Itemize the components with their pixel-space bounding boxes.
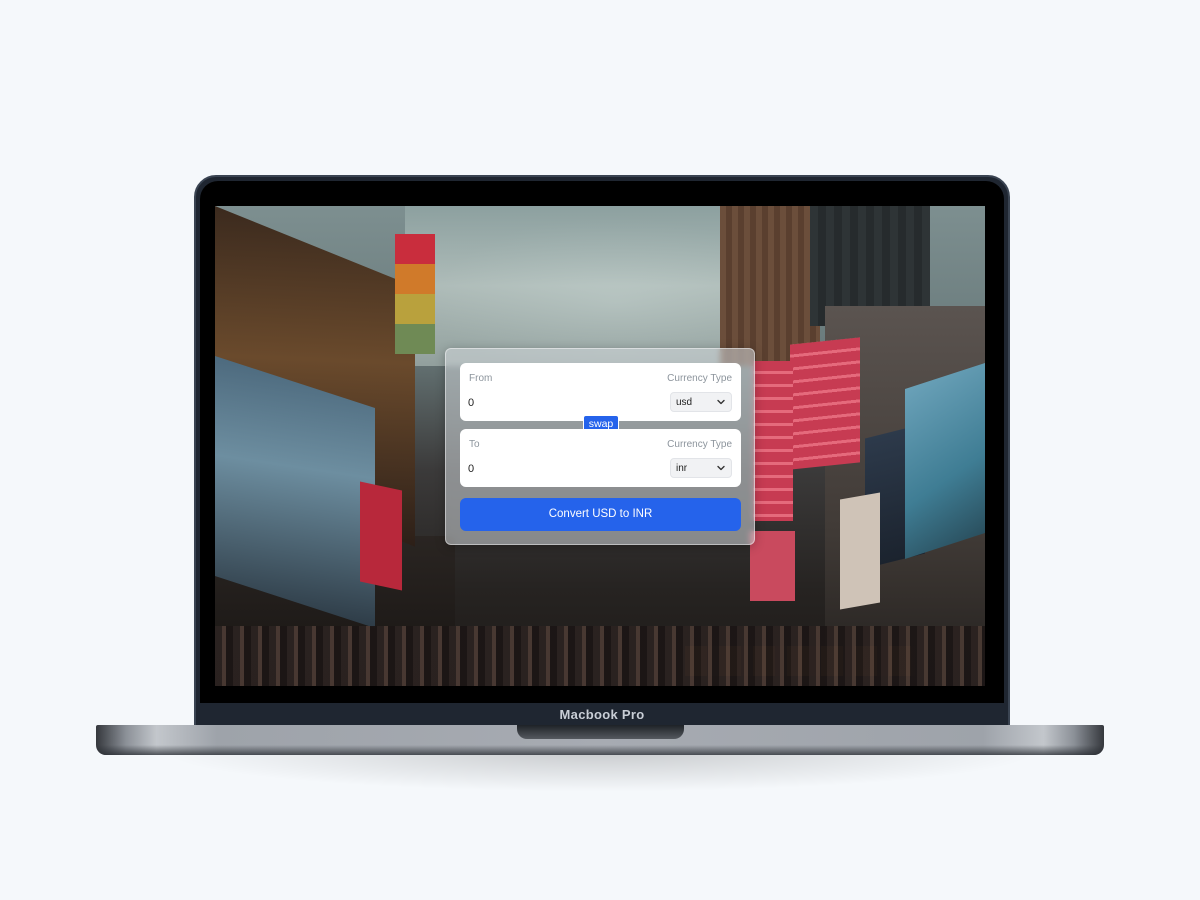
to-currency-value: inr <box>676 463 688 474</box>
background-billboard <box>905 363 985 559</box>
background-billboard <box>750 531 795 601</box>
chevron-down-icon <box>717 465 725 471</box>
from-field-box: From Currency Type usd <box>460 363 741 421</box>
converter-card: From Currency Type usd swap To Currency … <box>445 348 755 545</box>
to-currency-select[interactable]: inr <box>670 458 732 478</box>
from-currency-type-label: Currency Type <box>667 373 732 384</box>
convert-button[interactable]: Convert USD to INR <box>460 498 741 531</box>
device-label: Macbook Pro <box>559 707 645 722</box>
chevron-down-icon <box>717 399 725 405</box>
background-billboard <box>840 492 880 610</box>
from-label: From <box>469 373 493 384</box>
laptop-shadow <box>160 752 1040 792</box>
background-billboard <box>790 337 860 470</box>
laptop-hinge-notch <box>517 725 684 739</box>
to-amount-input[interactable] <box>468 460 618 478</box>
from-currency-value: usd <box>676 397 693 408</box>
to-field-box: To Currency Type inr <box>460 429 741 487</box>
mockup-stage: Macbook Pro From Currency Type usd <box>0 0 1200 900</box>
background-sky <box>405 206 725 366</box>
from-amount-input[interactable] <box>468 394 618 412</box>
background-crowd <box>215 626 985 686</box>
to-label: To <box>469 439 480 450</box>
background-billboard <box>360 481 402 591</box>
background-billboard <box>753 361 793 521</box>
from-currency-select[interactable]: usd <box>670 392 732 412</box>
background-billboard <box>395 234 435 354</box>
to-currency-type-label: Currency Type <box>667 439 732 450</box>
